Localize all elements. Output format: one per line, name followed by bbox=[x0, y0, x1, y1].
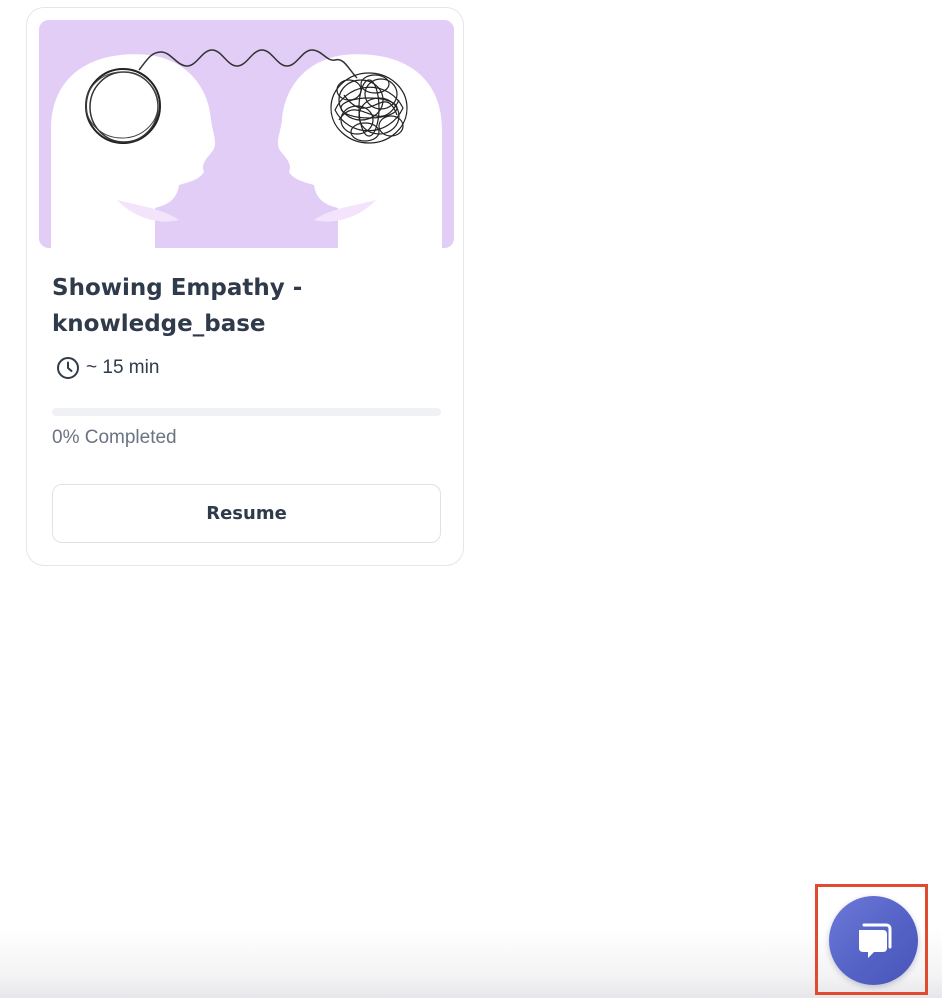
empathy-heads-illustration bbox=[39, 20, 454, 248]
course-title-line-1: Showing Empathy - bbox=[52, 275, 303, 301]
page: Showing Empathy - knowledge_base ~ 15 mi… bbox=[0, 0, 942, 998]
course-duration: ~ 15 min bbox=[56, 356, 159, 380]
progress-label: 0% Completed bbox=[52, 427, 177, 448]
course-title-line-2: knowledge_base bbox=[52, 311, 266, 337]
bottom-fade-overlay bbox=[0, 928, 942, 998]
highlight-annotation-box bbox=[815, 884, 928, 995]
progress-bar bbox=[52, 408, 441, 416]
clock-icon bbox=[56, 356, 80, 380]
duration-text: ~ 15 min bbox=[86, 357, 160, 378]
course-title: Showing Empathy - knowledge_base bbox=[52, 270, 442, 342]
resume-button[interactable]: Resume bbox=[52, 484, 441, 543]
course-thumbnail bbox=[39, 20, 454, 248]
course-card[interactable]: Showing Empathy - knowledge_base ~ 15 mi… bbox=[26, 7, 464, 566]
